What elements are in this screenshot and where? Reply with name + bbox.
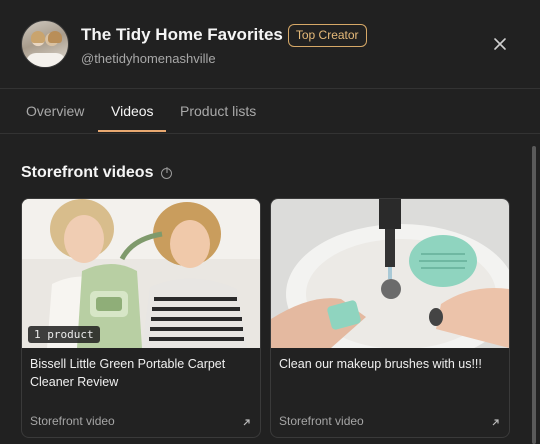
video-card-2[interactable]: Clean our makeup brushes with us!!! Stor… [270,198,510,438]
tab-bar: Overview Videos Product lists [0,89,540,134]
close-icon [494,38,506,50]
video-thumbnail: 1 product [22,199,260,348]
creator-handle: @thetidyhomenashville [81,51,216,66]
close-button[interactable] [488,32,512,56]
video-title: Clean our makeup brushes with us!!! [279,357,482,371]
video-thumbnail [271,199,509,348]
product-count-tag: 1 product [28,326,100,343]
tab-videos[interactable]: Videos [111,103,154,119]
info-icon[interactable] [161,166,173,179]
tabs-divider [0,133,540,134]
top-creator-badge: Top Creator [287,23,367,47]
video-card-1[interactable]: 1 product Bissell Little Green Portable … [21,198,261,438]
section-header: Storefront videos [21,164,173,182]
tab-overview[interactable]: Overview [26,103,84,119]
video-title: Bissell Little Green Portable Carpet Cle… [30,357,226,389]
creator-header: The Tidy Home Favorites Top Creator @the… [0,0,540,88]
video-footer: Storefront video [30,414,115,428]
active-tab-indicator [98,130,166,132]
creator-name: The Tidy Home Favorites [81,25,283,44]
section-title: Storefront videos [21,164,154,181]
video-footer: Storefront video [279,414,364,428]
external-link-icon [492,419,499,426]
creator-panel: The Tidy Home Favorites Top Creator @the… [0,0,540,444]
external-link-icon [243,419,250,426]
scrollbar[interactable] [532,146,536,444]
creator-avatar [21,20,69,68]
tab-product-lists[interactable]: Product lists [180,103,256,119]
creator-title-row: The Tidy Home Favorites Top Creator [81,23,367,47]
